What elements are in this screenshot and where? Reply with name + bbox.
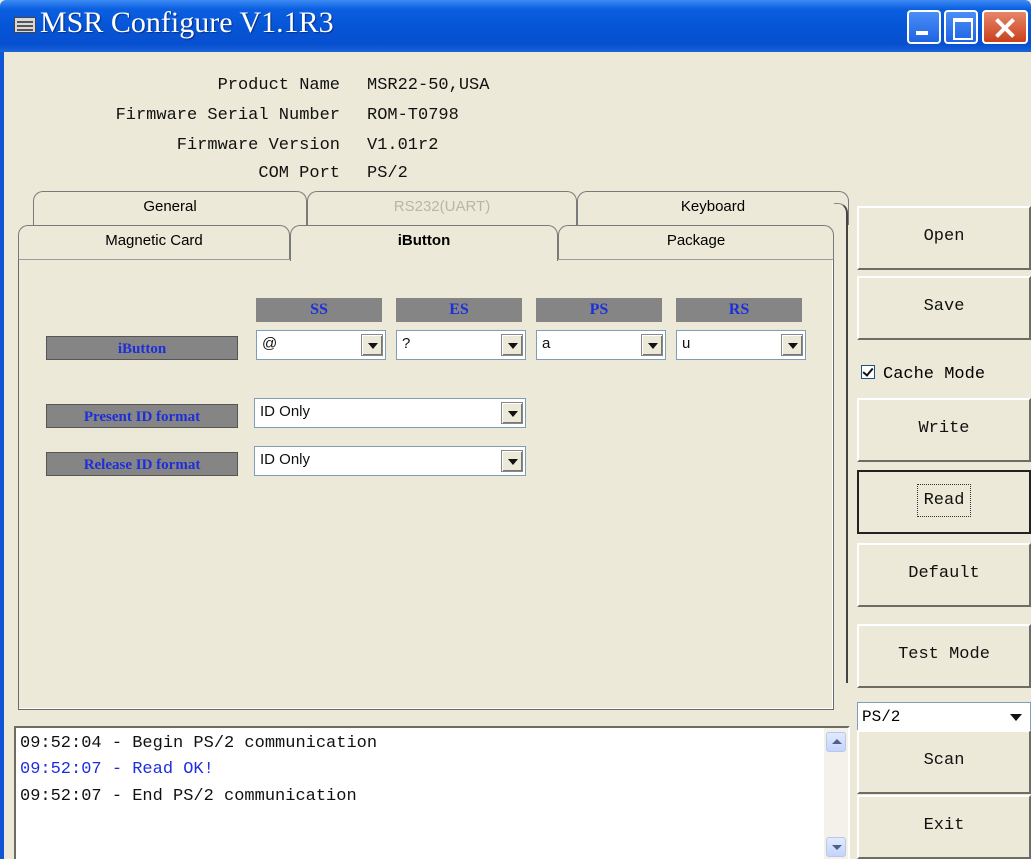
log-line: 09:52:07 - End PS/2 communication bbox=[20, 787, 357, 806]
read-button[interactable]: Read bbox=[857, 470, 1031, 534]
title-bar: MSR Configure V1.1R3 bbox=[0, 0, 1031, 52]
log-line: 09:52:04 - Begin PS/2 communication bbox=[20, 734, 378, 753]
present-id-format-select[interactable]: ID Only bbox=[254, 398, 526, 428]
release-id-format-select[interactable]: ID Only bbox=[254, 446, 526, 476]
header-es: ES bbox=[396, 298, 522, 322]
version-value: V1.01r2 bbox=[367, 136, 439, 155]
present-id-format-label: Present ID format bbox=[46, 404, 238, 428]
scroll-up-icon[interactable] bbox=[826, 732, 846, 752]
default-button-label: Default bbox=[908, 564, 980, 583]
close-button[interactable] bbox=[982, 10, 1028, 44]
ps-value: a bbox=[542, 335, 551, 352]
log-output[interactable]: 09:52:04 - Begin PS/2 communication 09:5… bbox=[14, 726, 850, 859]
chevron-down-icon[interactable] bbox=[501, 334, 523, 356]
serial-label: Firmware Serial Number bbox=[115, 106, 340, 125]
window-frame bbox=[0, 52, 4, 859]
chevron-down-icon[interactable] bbox=[361, 334, 383, 356]
ss-value: @ bbox=[262, 335, 278, 352]
keyboard-icon bbox=[14, 17, 36, 33]
header-rs: RS bbox=[676, 298, 802, 322]
tab-ibutton[interactable]: iButton bbox=[290, 225, 558, 261]
com-port-value: PS/2 bbox=[367, 164, 408, 183]
checkbox-icon[interactable] bbox=[861, 365, 875, 379]
header-ps: PS bbox=[536, 298, 662, 322]
save-button[interactable]: Save bbox=[857, 276, 1031, 340]
log-line: 09:52:07 - Read OK! bbox=[20, 760, 214, 779]
rs-value: u bbox=[682, 335, 691, 352]
save-button-label: Save bbox=[923, 297, 965, 316]
read-button-label: Read bbox=[916, 484, 972, 517]
scan-button[interactable]: Scan bbox=[857, 730, 1031, 794]
write-button[interactable]: Write bbox=[857, 398, 1031, 462]
tab-rs232[interactable]: RS232(UART) bbox=[307, 191, 577, 225]
chevron-down-icon[interactable] bbox=[501, 402, 523, 424]
serial-row: Firmware Serial Number ROM-T0798 bbox=[20, 106, 720, 130]
product-name-value: MSR22-50,USA bbox=[367, 76, 490, 95]
com-port-row: COM Port PS/2 bbox=[20, 164, 720, 188]
chevron-down-icon[interactable] bbox=[781, 334, 803, 356]
chevron-down-icon[interactable] bbox=[641, 334, 663, 356]
cache-mode-checkbox[interactable]: Cache Mode bbox=[861, 365, 985, 384]
ibutton-panel bbox=[18, 259, 834, 710]
exit-button-label: Exit bbox=[923, 816, 965, 835]
es-select[interactable]: ? bbox=[396, 330, 526, 360]
tab-general[interactable]: General bbox=[33, 191, 307, 225]
rs-select[interactable]: u bbox=[676, 330, 806, 360]
ps-select[interactable]: a bbox=[536, 330, 666, 360]
test-mode-button-label: Test Mode bbox=[898, 645, 990, 664]
scroll-down-icon[interactable] bbox=[826, 837, 846, 857]
default-button[interactable]: Default bbox=[857, 543, 1031, 607]
tab-keyboard[interactable]: Keyboard bbox=[577, 191, 849, 225]
maximize-button[interactable] bbox=[944, 10, 978, 44]
product-name-label: Product Name bbox=[217, 76, 340, 95]
open-button-label: Open bbox=[923, 227, 965, 246]
scan-button-label: Scan bbox=[923, 751, 965, 770]
window-title: MSR Configure V1.1R3 bbox=[40, 6, 334, 39]
tab-package[interactable]: Package bbox=[558, 225, 834, 259]
es-value: ? bbox=[402, 335, 411, 352]
ibutton-row-label: iButton bbox=[46, 336, 238, 360]
release-id-format-value: ID Only bbox=[260, 451, 311, 468]
port-select[interactable]: PS/2 bbox=[857, 702, 1031, 732]
serial-value: ROM-T0798 bbox=[367, 106, 459, 125]
open-button[interactable]: Open bbox=[857, 206, 1031, 270]
product-name-row: Product Name MSR22-50,USA bbox=[20, 76, 720, 100]
present-id-format-value: ID Only bbox=[260, 403, 311, 420]
version-row: Firmware Version V1.01r2 bbox=[20, 136, 720, 160]
exit-button[interactable]: Exit bbox=[857, 795, 1031, 859]
com-port-label: COM Port bbox=[258, 164, 340, 183]
header-ss: SS bbox=[256, 298, 382, 322]
tab-panel-edge bbox=[834, 203, 848, 683]
test-mode-button[interactable]: Test Mode bbox=[857, 624, 1031, 688]
version-label: Firmware Version bbox=[176, 136, 340, 155]
cache-mode-label: Cache Mode bbox=[883, 365, 986, 384]
minimize-button[interactable] bbox=[907, 10, 941, 44]
chevron-down-icon[interactable] bbox=[501, 450, 523, 472]
tab-magnetic-card[interactable]: Magnetic Card bbox=[18, 225, 290, 259]
log-scrollbar[interactable] bbox=[824, 728, 848, 859]
ss-select[interactable]: @ bbox=[256, 330, 386, 360]
write-button-label: Write bbox=[918, 419, 970, 438]
release-id-format-label: Release ID format bbox=[46, 452, 238, 476]
